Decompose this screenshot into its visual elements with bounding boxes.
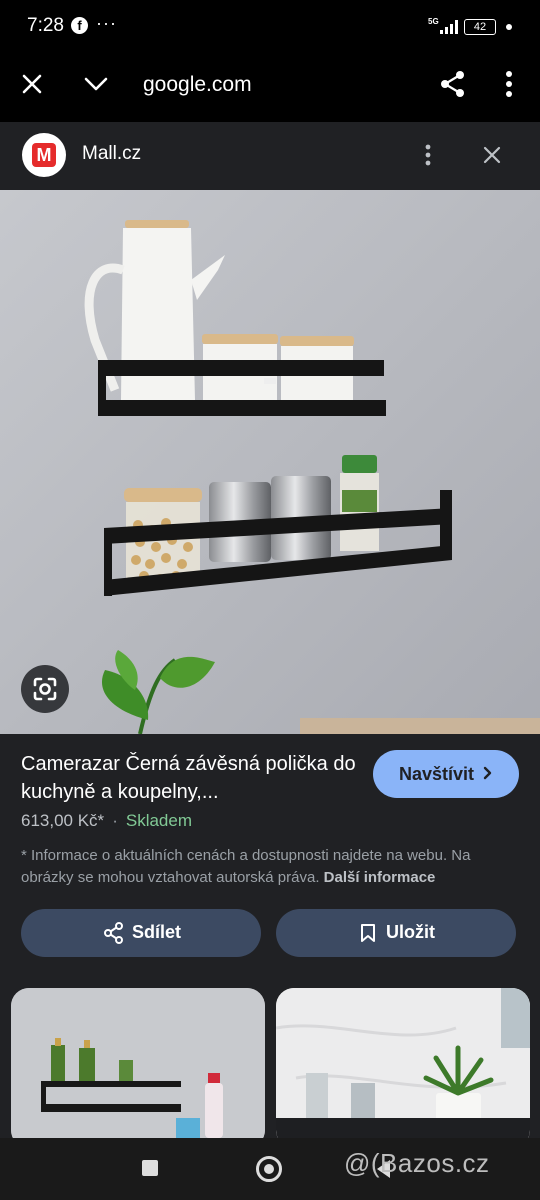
home-button[interactable]: [256, 1156, 282, 1182]
stock-status: Skladem: [125, 811, 192, 830]
related-image[interactable]: [276, 988, 530, 1148]
save-button-label: Uložit: [386, 922, 435, 942]
lens-icon: [33, 677, 57, 701]
visit-button-label: Navštívit: [398, 764, 475, 784]
page-url[interactable]: google.com: [143, 73, 252, 97]
disclaimer: * Informace o aktuálních cenách a dostup…: [21, 845, 521, 889]
share-button[interactable]: Sdílet: [21, 909, 261, 957]
lens-search-button[interactable]: [21, 665, 69, 713]
visit-button[interactable]: Navštívit: [373, 750, 519, 798]
battery-icon: 42: [464, 19, 496, 35]
notification-dot: [506, 24, 512, 30]
related-photo: [11, 988, 265, 1148]
signal-icon: [440, 20, 458, 34]
bookmark-icon: [361, 924, 375, 942]
watermark: @(Bazos.cz: [344, 1148, 490, 1178]
separator: ·: [112, 811, 118, 830]
more-info-link[interactable]: Další informace: [324, 869, 436, 886]
facebook-icon: f: [71, 17, 88, 34]
status-bar: 7:28 f ··· 5G 42: [0, 0, 540, 52]
notification-overflow: ···: [96, 13, 117, 33]
product-photo: [0, 190, 540, 734]
share-icon[interactable]: [440, 70, 466, 98]
close-icon[interactable]: [482, 145, 502, 165]
source-logo[interactable]: M: [22, 133, 66, 177]
product-title[interactable]: Camerazar Černá závěsná polička do kuchy…: [21, 750, 361, 806]
chevron-right-icon: [483, 766, 492, 780]
close-icon[interactable]: [21, 73, 43, 95]
browser-toolbar: google.com: [0, 52, 540, 122]
source-header: M Mall.cz: [0, 122, 540, 190]
price-row: 613,00 Kč* · Skladem: [21, 811, 192, 831]
related-image[interactable]: [11, 988, 265, 1148]
save-button[interactable]: Uložit: [276, 909, 516, 957]
share-icon: [104, 922, 123, 944]
source-logo-letter: M: [32, 143, 56, 167]
more-vert-icon[interactable]: [425, 144, 431, 166]
status-time: 7:28: [27, 15, 64, 36]
product-image[interactable]: [0, 190, 540, 734]
share-button-label: Sdílet: [132, 922, 182, 942]
more-vert-icon[interactable]: [505, 71, 513, 97]
product-price: 613,00 Kč*: [21, 811, 105, 830]
recents-button[interactable]: [142, 1160, 158, 1176]
source-name[interactable]: Mall.cz: [82, 143, 141, 165]
network-type: 5G: [428, 17, 439, 26]
chevron-down-icon[interactable]: [84, 76, 108, 92]
related-photo: [276, 988, 530, 1148]
